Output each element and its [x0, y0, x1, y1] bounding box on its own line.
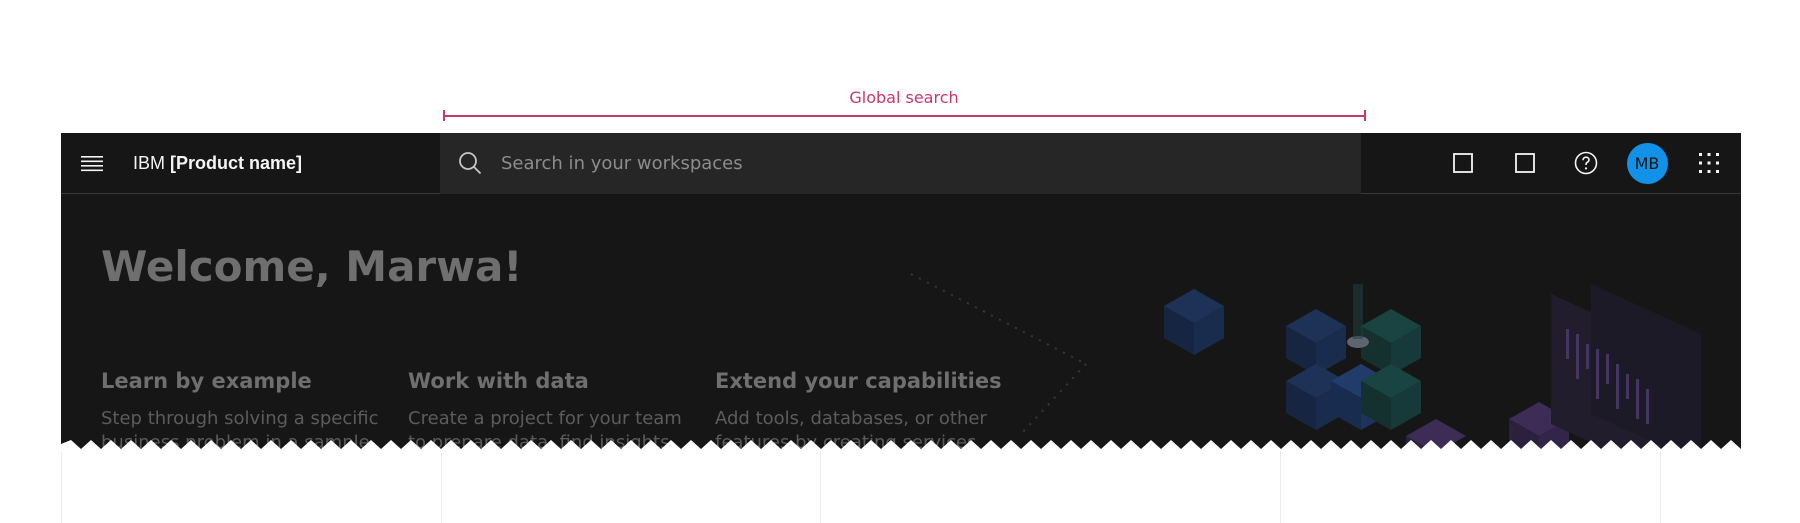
- hero-illustration: [910, 273, 1701, 450]
- global-search-annotation-label: Global search: [849, 88, 959, 107]
- column-guide: [441, 452, 442, 523]
- user-avatar-button[interactable]: MB: [1617, 133, 1677, 193]
- annotation-tick-left: [443, 110, 445, 121]
- help-icon: [1574, 151, 1598, 175]
- search-input[interactable]: [501, 133, 1341, 194]
- dimmed-page-content: Welcome, Marwa! Learn by example Step th…: [61, 194, 1741, 450]
- hamburger-menu-button[interactable]: [61, 133, 122, 193]
- torn-edge-divider: [61, 440, 1741, 452]
- square-icon: [1515, 153, 1535, 173]
- card-title: Work with data: [408, 369, 589, 393]
- brand-prefix: IBM: [133, 153, 166, 173]
- menu-icon: [80, 156, 103, 172]
- column-guide: [61, 452, 62, 523]
- annotation-measure-line: [443, 115, 1365, 117]
- column-guide: [1280, 452, 1281, 523]
- card-learn-by-example[interactable]: Learn by example Step through solving a …: [101, 369, 391, 450]
- square-icon: [1453, 153, 1473, 173]
- help-button[interactable]: [1556, 133, 1616, 193]
- search-icon: [459, 152, 482, 175]
- app-frame: IBM [Product name] Search in your worksp…: [61, 133, 1741, 450]
- app-switcher-icon: [1699, 153, 1719, 173]
- ui-shell-header: IBM [Product name] Search in your worksp…: [61, 133, 1741, 194]
- header-action-1[interactable]: [1433, 133, 1493, 193]
- card-title: Learn by example: [101, 369, 312, 393]
- annotation-tick-right: [1364, 110, 1366, 121]
- header-action-2[interactable]: [1495, 133, 1555, 193]
- welcome-heading: Welcome, Marwa!: [101, 242, 523, 291]
- column-guide: [820, 452, 821, 523]
- global-search-bar[interactable]: [440, 133, 1361, 194]
- column-guide: [1660, 452, 1661, 523]
- brand-product-name: [Product name]: [170, 153, 303, 173]
- avatar: MB: [1626, 142, 1668, 184]
- app-switcher-button[interactable]: [1679, 133, 1739, 193]
- card-work-with-data[interactable]: Work with data Create a project for your…: [408, 369, 698, 450]
- product-name[interactable]: IBM [Product name]: [133, 133, 302, 193]
